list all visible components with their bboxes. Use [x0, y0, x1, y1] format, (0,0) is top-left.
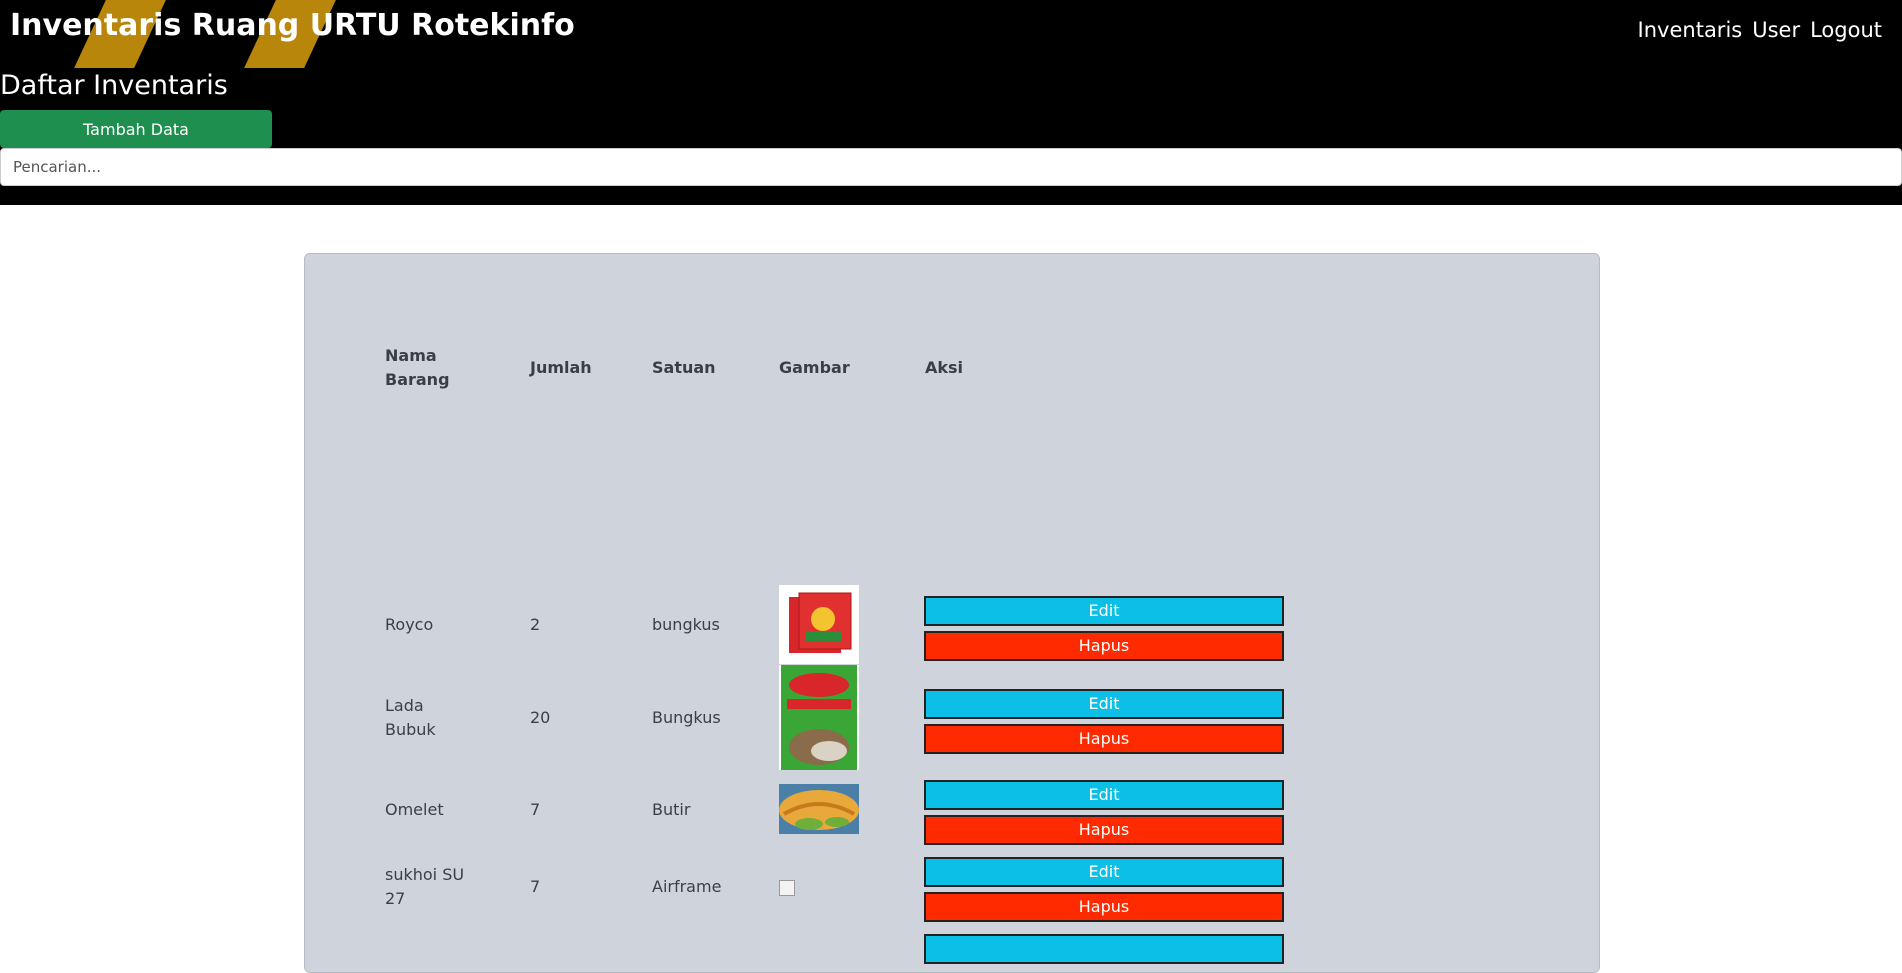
brand-title[interactable]: Inventaris Ruang URTU Rotekinfo: [10, 8, 575, 43]
column-header-satuan: Satuan: [652, 358, 716, 377]
row-qty: 7: [530, 800, 541, 819]
nav-user[interactable]: User: [1752, 18, 1800, 42]
edit-button[interactable]: Edit: [924, 780, 1284, 810]
broken-image-icon: [779, 880, 795, 896]
delete-button[interactable]: Hapus: [924, 892, 1284, 922]
inventory-card: Nama Barang Jumlah Satuan Gambar Aksi Ro…: [304, 253, 1600, 973]
column-header-nama-barang: Nama Barang: [385, 346, 450, 389]
page-title: Daftar Inventaris: [0, 70, 228, 101]
row-qty: 20: [530, 708, 551, 727]
row-name: Omelet: [385, 800, 444, 819]
omelet-photo-image: [779, 784, 859, 834]
edit-button[interactable]: Edit: [924, 857, 1284, 887]
row-unit: Bungkus: [652, 708, 721, 727]
row-qty: 7: [530, 877, 541, 896]
edit-button-partial[interactable]: [924, 934, 1284, 964]
royco-packet-image: [779, 585, 859, 664]
edit-button[interactable]: Edit: [924, 596, 1284, 626]
delete-button[interactable]: Hapus: [924, 815, 1284, 845]
row-unit: Butir: [652, 800, 691, 819]
top-header: Inventaris Ruang URTU Rotekinfo Inventar…: [0, 0, 1902, 205]
column-header-jumlah: Jumlah: [530, 358, 592, 377]
delete-button[interactable]: Hapus: [924, 631, 1284, 661]
row-qty: 2: [530, 615, 541, 634]
add-data-button[interactable]: Tambah Data: [0, 110, 272, 148]
column-header-gambar: Gambar: [779, 358, 850, 377]
row-name: Lada Bubuk: [385, 696, 436, 739]
edit-button[interactable]: Edit: [924, 689, 1284, 719]
row-unit: bungkus: [652, 615, 720, 634]
nav-logout[interactable]: Logout: [1810, 18, 1882, 42]
column-header-aksi: Aksi: [925, 358, 964, 377]
delete-button[interactable]: Hapus: [924, 724, 1284, 754]
top-nav: Inventaris User Logout: [1638, 18, 1882, 42]
row-name: Royco: [385, 615, 434, 634]
search-input[interactable]: [0, 148, 1902, 186]
nav-inventaris[interactable]: Inventaris: [1638, 18, 1743, 42]
row-name: sukhoi SU 27: [385, 865, 465, 908]
ladaku-pepper-packet-image: [779, 665, 859, 770]
row-unit: Airframe: [652, 877, 722, 896]
